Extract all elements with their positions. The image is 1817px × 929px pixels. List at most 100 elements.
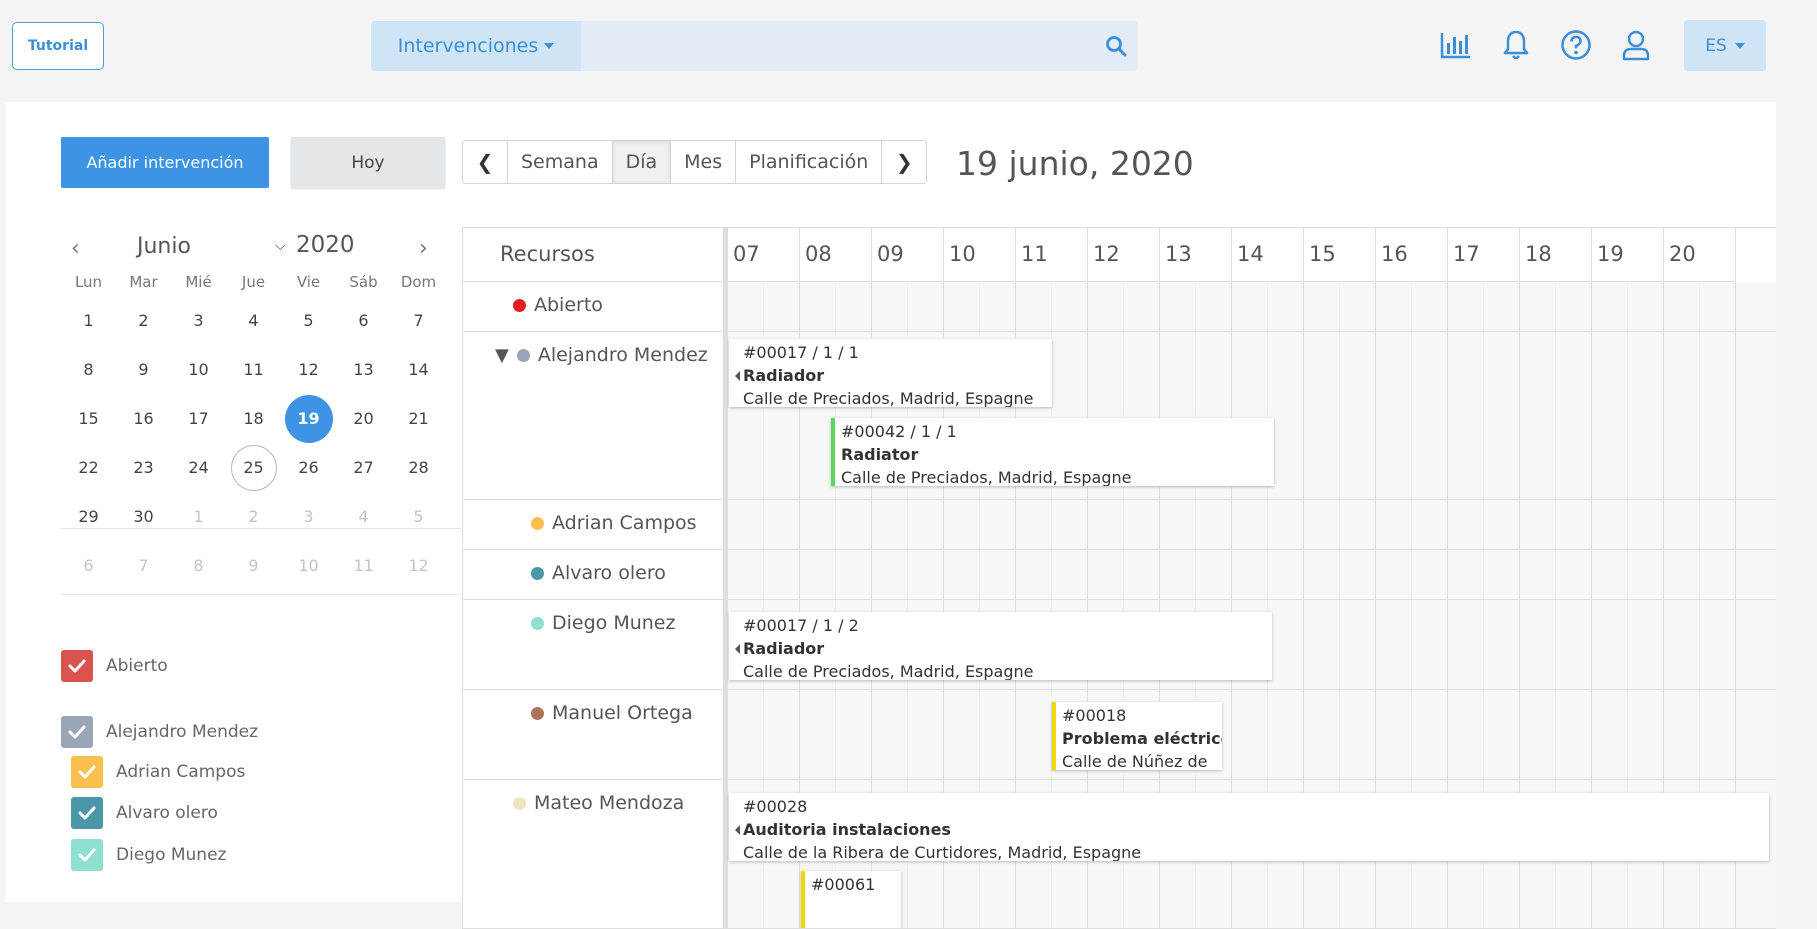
filter-item[interactable]: Adrian Campos	[71, 756, 245, 788]
event-address: Calle de Núñez de	[1062, 752, 1208, 770]
timeline-row[interactable]	[727, 690, 1776, 779]
language-dropdown[interactable]: ES	[1684, 20, 1766, 71]
calendar-day[interactable]: 21	[391, 394, 446, 443]
calendar-day-number: 17	[188, 409, 209, 428]
calendar-day[interactable]: 11	[336, 541, 391, 590]
calendar-day[interactable]: 29	[61, 492, 116, 541]
calendar-day-number: 5	[413, 507, 424, 526]
calendar-day[interactable]: 22	[61, 443, 116, 492]
hour-label: 18	[1525, 242, 1552, 266]
month-select[interactable]: Junio	[137, 234, 191, 259]
filter-item[interactable]: Abierto	[61, 650, 168, 682]
intervention-event[interactable]: #00017 / 1 / 2 Radiador Calle de Preciados…	[729, 612, 1272, 680]
checkbox[interactable]	[71, 756, 103, 788]
resource-row[interactable]: Diego Munez	[463, 599, 723, 690]
calendar-day[interactable]: 11	[226, 345, 281, 394]
calendar-day[interactable]: 16	[116, 394, 171, 443]
resource-row[interactable]: Manuel Ortega	[463, 689, 723, 780]
calendar-day[interactable]: 4	[226, 296, 281, 345]
chevron-down-icon[interactable]: ⌵	[275, 238, 286, 254]
calendar-day[interactable]: 8	[61, 345, 116, 394]
calendar-day[interactable]: 1	[61, 296, 116, 345]
calendar-day[interactable]: 3	[171, 296, 226, 345]
intervention-event[interactable]: #00042 / 1 / 1 Radiator Calle de Preciados…	[831, 418, 1274, 486]
stats-icon[interactable]	[1437, 26, 1475, 64]
calendar-day[interactable]: 28	[391, 443, 446, 492]
calendar-day[interactable]: 7	[116, 541, 171, 590]
timeline-row[interactable]	[727, 282, 1776, 331]
calendar-day[interactable]: 9	[226, 541, 281, 590]
help-icon[interactable]	[1557, 26, 1595, 64]
calendar-day[interactable]: 27	[336, 443, 391, 492]
event-status-bar	[831, 418, 835, 486]
calendar-day[interactable]: 18	[226, 394, 281, 443]
search-type-dropdown[interactable]: Intervenciones	[371, 21, 581, 71]
search-icon[interactable]	[1094, 21, 1138, 71]
checkbox[interactable]	[61, 716, 93, 748]
calendar-day[interactable]: 19	[281, 394, 336, 443]
filter-item[interactable]: Alvaro olero	[71, 797, 218, 829]
calendar-day[interactable]: 25	[226, 443, 281, 492]
calendar-day[interactable]: 6	[336, 296, 391, 345]
calendar-day[interactable]: 20	[336, 394, 391, 443]
prev-button[interactable]: ❮	[463, 141, 508, 183]
tab-month[interactable]: Mes	[671, 141, 737, 183]
resource-row[interactable]: Adrian Campos	[463, 499, 723, 550]
add-intervention-button[interactable]: Añadir intervención	[61, 137, 269, 188]
calendar-day[interactable]: 3	[281, 492, 336, 541]
calendar-day[interactable]: 23	[116, 443, 171, 492]
calendar-day[interactable]: 24	[171, 443, 226, 492]
calendar-day[interactable]: 14	[391, 345, 446, 394]
intervention-event[interactable]: #00017 / 1 / 1 Radiador Calle de Preciados…	[729, 339, 1052, 407]
calendar-day[interactable]: 2	[226, 492, 281, 541]
calendar-day[interactable]: 17	[171, 394, 226, 443]
calendar-day[interactable]: 4	[336, 492, 391, 541]
tab-planning[interactable]: Planificación	[736, 141, 883, 183]
calendar-day[interactable]: 26	[281, 443, 336, 492]
resource-row[interactable]: ▼ Alejandro Mendez	[463, 331, 723, 500]
today-button[interactable]: Hoy	[291, 137, 445, 188]
calendar-day[interactable]: 2	[116, 296, 171, 345]
user-icon[interactable]	[1617, 26, 1655, 64]
calendar-day[interactable]: 12	[281, 345, 336, 394]
resource-row[interactable]: Abierto	[463, 281, 723, 332]
intervention-event[interactable]: #00018 Problema eléctrico Calle de Núñez d…	[1052, 702, 1222, 770]
calendar-day[interactable]: 7	[391, 296, 446, 345]
intervention-event[interactable]: #00028 Auditoria instalaciones Calle de la…	[729, 793, 1769, 861]
calendar-day[interactable]: 5	[391, 492, 446, 541]
tutorial-button[interactable]: Tutorial	[12, 22, 104, 70]
filter-item[interactable]: Diego Munez	[71, 839, 226, 871]
checkbox[interactable]	[71, 797, 103, 829]
calendar-day[interactable]: 10	[281, 541, 336, 590]
year-label[interactable]: 2020	[296, 232, 355, 258]
calendar-day[interactable]: 1	[171, 492, 226, 541]
event-title: Radiador	[735, 364, 1052, 387]
calendar-day[interactable]: 12	[391, 541, 446, 590]
search-input[interactable]	[581, 21, 1094, 71]
resource-row[interactable]: Mateo Mendoza	[463, 779, 723, 928]
intervention-event[interactable]: #00061	[801, 871, 901, 928]
calendar-day[interactable]: 30	[116, 492, 171, 541]
chevron-left-icon[interactable]: ‹	[71, 236, 80, 261]
timeline-row[interactable]	[727, 550, 1776, 599]
chevron-right-icon[interactable]: ›	[419, 236, 428, 261]
bell-icon[interactable]	[1497, 26, 1535, 64]
calendar-day[interactable]: 9	[116, 345, 171, 394]
calendar-day[interactable]: 15	[61, 394, 116, 443]
calendar-day[interactable]: 6	[61, 541, 116, 590]
collapse-triangle-icon[interactable]: ▼	[495, 345, 509, 366]
resource-row[interactable]: Alvaro olero	[463, 549, 723, 600]
weekday-label: Vie	[296, 273, 321, 291]
calendar-day[interactable]: 5	[281, 296, 336, 345]
tab-week[interactable]: Semana	[508, 141, 613, 183]
tab-day[interactable]: Día	[612, 141, 672, 183]
timeline-row[interactable]	[727, 500, 1776, 549]
calendar-day[interactable]: 8	[171, 541, 226, 590]
calendar-day[interactable]: 13	[336, 345, 391, 394]
calendar-day[interactable]: 10	[171, 345, 226, 394]
checkbox[interactable]	[61, 650, 93, 682]
next-button[interactable]: ❯	[882, 141, 926, 183]
calendar-day-number: 14	[408, 360, 429, 379]
filter-item[interactable]: Alejandro Mendez	[61, 716, 258, 748]
checkbox[interactable]	[71, 839, 103, 871]
